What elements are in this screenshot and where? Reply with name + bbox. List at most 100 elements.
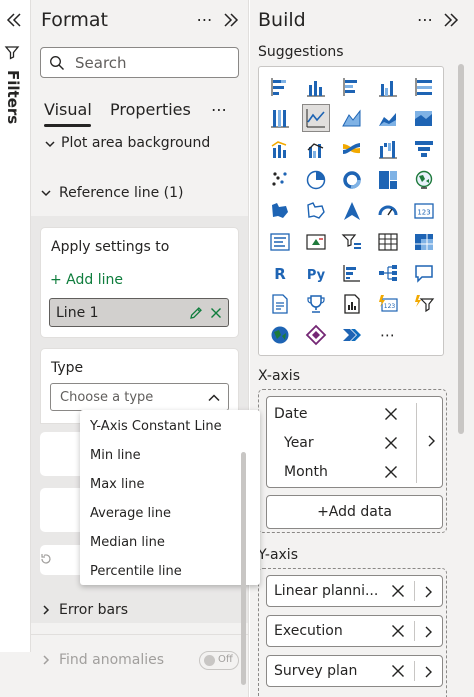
edit-pencil-icon[interactable] (188, 305, 204, 321)
r-script-visual-icon[interactable]: R (266, 259, 294, 287)
type-select[interactable]: Choose a type (50, 383, 229, 411)
chevron-right-icon[interactable] (422, 624, 436, 640)
decomposition-tree-icon[interactable] (374, 259, 402, 287)
date-hierarchy-field[interactable]: Date Year Month (266, 396, 443, 488)
chevron-right-icon[interactable] (425, 433, 439, 449)
stacked-area-chart-icon[interactable] (374, 104, 402, 132)
azure-map-icon[interactable] (338, 197, 366, 225)
python-visual-icon[interactable]: Py (302, 259, 330, 287)
build-pane-scrollbar[interactable] (458, 64, 464, 434)
more-visuals-icon[interactable]: ⋯ (374, 321, 402, 349)
filter-funnel-icon[interactable] (4, 44, 20, 60)
qna-icon[interactable] (410, 259, 438, 287)
close-icon[interactable] (208, 305, 224, 321)
plot-area-background-section[interactable]: Plot area background (43, 135, 233, 153)
clustered-column-chart-icon[interactable] (374, 73, 402, 101)
field-date: Date (274, 406, 308, 422)
area-chart-icon[interactable] (338, 104, 366, 132)
reset-icon[interactable] (39, 552, 53, 566)
remove-field-icon[interactable] (383, 435, 399, 451)
find-anomalies-label: Find anomalies (59, 652, 165, 668)
error-bars-section[interactable]: Error bars (31, 596, 248, 624)
donut-chart-icon[interactable] (338, 166, 366, 194)
power-automate-slicer-icon[interactable] (410, 290, 438, 318)
multi-row-card-icon[interactable] (266, 228, 294, 256)
goals-trophy-icon[interactable] (302, 290, 330, 318)
xaxis-field-well[interactable]: Date Year Month +Add data (258, 389, 447, 533)
dropdown-option[interactable]: Median line (80, 528, 260, 557)
type-dropdown-menu: Y-Axis Constant Line Min line Max line A… (80, 410, 260, 585)
remove-field-icon[interactable] (390, 623, 406, 639)
collapse-left-icon[interactable] (4, 10, 24, 30)
reference-line-section-header[interactable]: Reference line (1) (31, 180, 248, 208)
key-influencers-icon[interactable] (338, 259, 366, 287)
yaxis-field[interactable]: Execution (266, 615, 443, 647)
add-line-button[interactable]: + Add line (50, 272, 123, 288)
chevron-right-icon[interactable] (422, 584, 436, 600)
find-anomalies-toggle[interactable]: Off (199, 651, 239, 670)
tab-visual[interactable]: Visual (44, 100, 92, 119)
100-stacked-column-chart-icon[interactable] (266, 104, 294, 132)
line-1-item[interactable]: Line 1 (49, 298, 229, 327)
svg-text:123: 123 (417, 209, 430, 217)
treemap-icon[interactable] (374, 166, 402, 194)
tabs-more-icon[interactable]: ⋯ (207, 98, 231, 120)
dropdown-option[interactable]: Max line (80, 470, 260, 499)
matrix-icon[interactable] (410, 228, 438, 256)
line-and-clustered-column-icon[interactable] (302, 135, 330, 163)
paginated-report-icon[interactable] (338, 290, 366, 318)
section-divider (31, 634, 248, 635)
100-stacked-bar-chart-icon[interactable] (410, 73, 438, 101)
plot-area-background-label: Plot area background (61, 135, 211, 151)
dropdown-option[interactable]: Percentile line (80, 557, 260, 586)
expand-right-icon[interactable] (441, 10, 461, 30)
clustered-bar-chart-icon[interactable] (338, 73, 366, 101)
remove-field-icon[interactable] (390, 583, 406, 599)
funnel-chart-icon[interactable] (410, 135, 438, 163)
scatter-chart-icon[interactable] (266, 166, 294, 194)
pie-chart-icon[interactable] (302, 166, 330, 194)
line-chart-icon[interactable] (302, 104, 330, 132)
shape-map-icon[interactable] (302, 197, 330, 225)
card-icon[interactable]: 123 (410, 197, 438, 225)
line-and-stacked-column-icon[interactable] (266, 135, 294, 163)
search-input[interactable] (75, 52, 235, 74)
arcgis-map-icon[interactable] (266, 321, 294, 349)
field-linear-planning: Linear planni... (274, 583, 379, 599)
stacked-bar-chart-icon[interactable] (266, 73, 294, 101)
smart-narrative-icon[interactable] (266, 290, 294, 318)
add-data-button[interactable]: +Add data (266, 495, 443, 529)
dropdown-option[interactable]: Y-Axis Constant Line (80, 412, 260, 441)
format-pane-scrollbar[interactable] (241, 452, 246, 685)
kpi-icon[interactable] (302, 228, 330, 256)
slicer-icon[interactable] (338, 228, 366, 256)
chevron-right-icon[interactable] (422, 664, 436, 680)
dropdown-option[interactable]: Average line (80, 499, 260, 528)
power-apps-card-icon[interactable]: 123 (374, 290, 402, 318)
waterfall-chart-icon[interactable] (374, 135, 402, 163)
yaxis-field-well[interactable]: Linear planni... Execution Survey plan (258, 568, 447, 697)
remove-field-icon[interactable] (383, 464, 399, 480)
map-globe-icon[interactable] (410, 166, 438, 194)
filters-label[interactable]: Filters (0, 70, 22, 130)
remove-field-icon[interactable] (390, 663, 406, 679)
dropdown-option[interactable]: Min line (80, 441, 260, 470)
more-options-icon[interactable]: ⋯ (413, 8, 437, 30)
yaxis-field[interactable]: Survey plan (266, 655, 443, 687)
power-apps-icon[interactable] (302, 321, 330, 349)
100-stacked-area-chart-icon[interactable] (410, 104, 438, 132)
gauge-icon[interactable] (374, 197, 402, 225)
field-month: Month (284, 464, 328, 480)
table-icon[interactable] (374, 228, 402, 256)
expand-right-icon[interactable] (221, 10, 241, 30)
yaxis-field[interactable]: Linear planni... (266, 575, 443, 607)
filled-map-icon[interactable] (266, 197, 294, 225)
remove-field-icon[interactable] (383, 406, 399, 422)
format-search-box[interactable] (40, 47, 239, 78)
find-anomalies-section[interactable]: Find anomalies Off (31, 646, 248, 674)
tab-properties[interactable]: Properties (110, 100, 191, 119)
power-automate-icon[interactable] (338, 321, 366, 349)
stacked-column-chart-icon[interactable] (302, 73, 330, 101)
more-options-icon[interactable]: ⋯ (193, 8, 217, 30)
ribbon-chart-icon[interactable] (338, 135, 366, 163)
